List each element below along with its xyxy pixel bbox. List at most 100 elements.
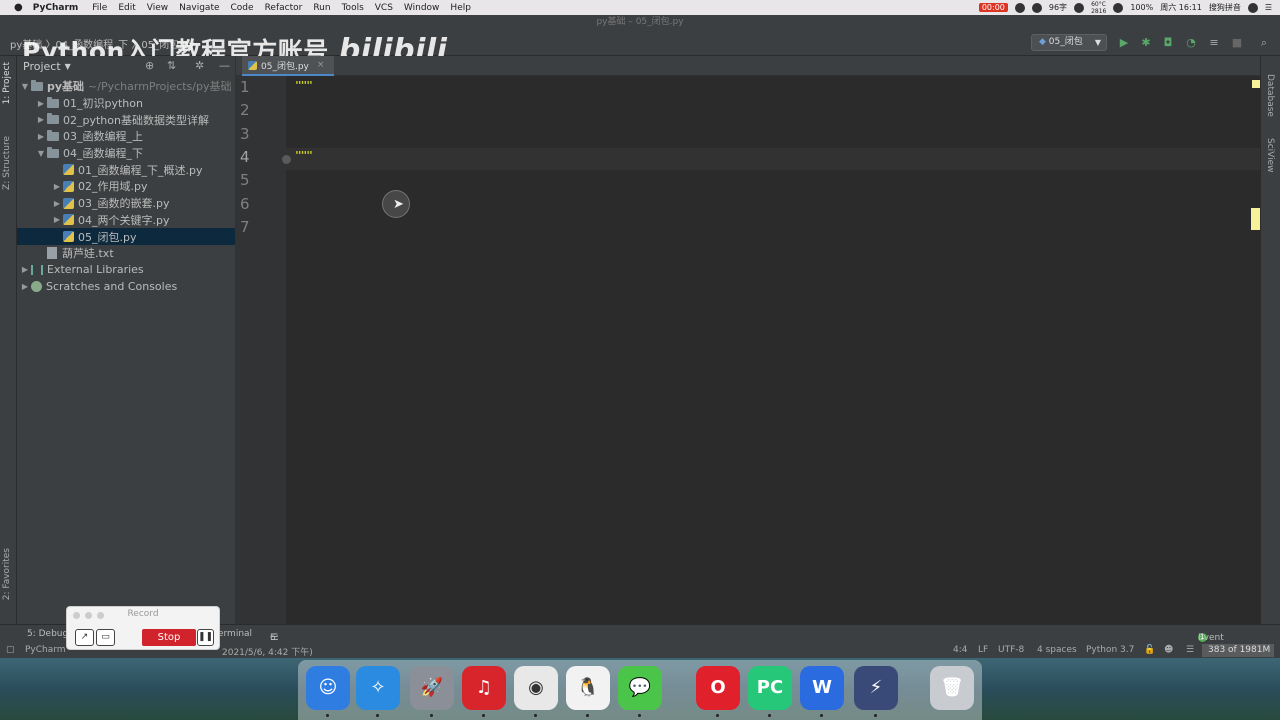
caret-position[interactable]: 4:4	[953, 645, 967, 655]
record-time[interactable]: 00:00	[978, 3, 1008, 12]
tree-item[interactable]: ▶ 03_函数编程_上	[17, 128, 235, 145]
tab-structure[interactable]: Z: Structure	[2, 136, 12, 190]
tree-item[interactable]: ▶ 02_python基础数据类型详解	[17, 111, 235, 128]
tab-sciview[interactable]: SciView	[1265, 138, 1275, 173]
event-icon[interactable]: ☰	[1186, 645, 1194, 655]
temp-widget[interactable]: 60°C 2816	[1091, 1, 1106, 15]
chevron-right-icon[interactable]: ▶	[35, 115, 47, 124]
wechat-icon[interactable]	[1031, 2, 1042, 13]
dock-app-opera-icon[interactable]: O	[696, 666, 740, 710]
inspection-ok-icon[interactable]	[1252, 80, 1260, 88]
tab-current-file[interactable]: 05_闭包.py ×	[242, 56, 334, 76]
build-icon[interactable]: ≡	[1208, 37, 1220, 49]
chevron-right-icon[interactable]: ▶	[19, 282, 31, 291]
lock-icon[interactable]: 🔓	[1144, 645, 1155, 655]
tree-item[interactable]: 05_闭包.py	[17, 228, 235, 245]
debug-icon[interactable]: ✱	[1140, 37, 1152, 49]
menu-file[interactable]: File	[92, 3, 107, 13]
menu-run[interactable]: Run	[313, 3, 330, 13]
wifi-icon[interactable]	[1113, 2, 1124, 13]
chevron-down-icon[interactable]: ▼	[65, 62, 71, 71]
menu-edit[interactable]: Edit	[118, 3, 135, 13]
inspector-icon[interactable]: ☻	[1164, 645, 1173, 655]
run-icon[interactable]: ▶	[1118, 37, 1130, 49]
fold-marker[interactable]	[282, 155, 291, 164]
chevron-right-icon[interactable]: ▶	[35, 99, 47, 108]
menu-list-icon[interactable]: ☰	[1265, 3, 1272, 12]
dock-app-safari-icon[interactable]: ✧	[356, 666, 400, 710]
status-toggle-icon[interactable]: ▢	[6, 645, 15, 655]
dock-app-chrome-icon[interactable]: ◉	[514, 666, 558, 710]
menu-app-name[interactable]: PyCharm	[33, 3, 79, 13]
hide-icon[interactable]: —	[219, 59, 230, 72]
code-editor[interactable]: 1 """ 2 3 4 """ 5 6 7 ➤	[236, 76, 1260, 624]
pen-icon[interactable]: ↗	[75, 629, 94, 646]
tree-item[interactable]: 01_函数编程_下_概述.py	[17, 161, 235, 178]
memory-indicator[interactable]: 383 of 1981M	[1202, 644, 1274, 657]
collapse-icon[interactable]: ⇅	[167, 59, 176, 72]
dock-app-finder-icon[interactable]: ☺	[306, 666, 350, 710]
tree-item[interactable]: ▶ 02_作用域.py	[17, 178, 235, 195]
tree-item[interactable]: ▶ Scratches and Consoles	[17, 278, 235, 295]
code-line[interactable]: """	[295, 149, 313, 162]
coverage-icon[interactable]: ◘	[1162, 37, 1174, 49]
tree-item[interactable]: ▶ External Libraries	[17, 262, 235, 279]
tab-project[interactable]: 1: Project	[2, 62, 12, 104]
chevron-right-icon[interactable]: ▶	[35, 132, 47, 141]
menu-code[interactable]: Code	[231, 3, 254, 13]
chevron-right-icon[interactable]: ▶	[51, 199, 63, 208]
stop-button[interactable]: Stop	[142, 629, 196, 646]
profile-icon[interactable]: ◔	[1185, 37, 1197, 49]
chevron-right-icon[interactable]: ▶	[19, 265, 31, 274]
interpreter[interactable]: Python 3.7	[1086, 645, 1134, 655]
dock-app-qq-icon[interactable]: 🐧	[566, 666, 610, 710]
dock-app-trash-icon[interactable]: 🗑	[930, 666, 974, 710]
tree-item[interactable]: ▶ 01_初识python	[17, 95, 235, 112]
stop-icon[interactable]: ■	[1231, 37, 1243, 49]
dock-app-lightning-icon[interactable]: ⚡	[854, 666, 898, 710]
tree-item[interactable]: ▼ py基础 ~/PycharmProjects/py基础	[17, 78, 235, 95]
tab-favorites[interactable]: 2: Favorites	[2, 548, 12, 600]
locate-icon[interactable]: ⊕	[145, 59, 154, 72]
run-config-dropdown[interactable]: ◆ 05_闭包 ▼	[1031, 34, 1107, 51]
input-method[interactable]: 搜狗拼音	[1209, 2, 1241, 13]
dock-app-pycharm-icon[interactable]: PC	[748, 666, 792, 710]
fold-marker[interactable]	[282, 84, 291, 93]
chevron-down-icon[interactable]: ▼	[35, 149, 47, 158]
chevron-right-icon[interactable]: ▶	[51, 182, 63, 191]
menu-window[interactable]: Window	[404, 3, 440, 13]
dock-app-launchpad-icon[interactable]: 🚀	[410, 666, 454, 710]
screen-icon[interactable]: ▭	[96, 629, 115, 646]
menu-tools[interactable]: Tools	[342, 3, 364, 13]
dock-app-netease-music-icon[interactable]: ♫	[462, 666, 506, 710]
tree-item[interactable]: ▶ 03_函数的嵌套.py	[17, 195, 235, 212]
menu-view[interactable]: View	[147, 3, 168, 13]
dock-app-wechat-icon[interactable]: 💬	[618, 666, 662, 710]
app-status-icon[interactable]	[1074, 2, 1085, 13]
tree-item[interactable]: 葫芦娃.txt	[17, 245, 235, 262]
tree-item[interactable]: ▼ 04_函数编程_下	[17, 145, 235, 162]
menu-help[interactable]: Help	[450, 3, 471, 13]
char-count[interactable]: 96字	[1049, 2, 1067, 13]
tree-item[interactable]: ▶ 04_两个关键字.py	[17, 212, 235, 229]
tab-database[interactable]: Database	[1265, 74, 1275, 117]
menu-refactor[interactable]: Refactor	[265, 3, 303, 13]
clock[interactable]: 周六 16:11	[1160, 2, 1202, 13]
chevron-down-icon[interactable]: ▼	[19, 82, 31, 91]
apple-icon[interactable]: ●	[14, 2, 23, 13]
siri-icon[interactable]	[1247, 2, 1258, 13]
menu-navigate[interactable]: Navigate	[179, 3, 219, 13]
code-line[interactable]: """	[295, 79, 313, 92]
indent-setting[interactable]: 4 spaces	[1037, 645, 1077, 655]
search-icon[interactable]: ⌕	[1258, 37, 1270, 49]
dock-app-wps-icon[interactable]: W	[800, 666, 844, 710]
gear-icon[interactable]: ✲	[195, 59, 204, 72]
project-view-selector[interactable]: Project	[23, 60, 61, 73]
pause-icon[interactable]: ❚❚	[197, 629, 214, 646]
close-icon[interactable]: ×	[317, 60, 325, 70]
battery-level[interactable]: 100%	[1130, 3, 1153, 12]
file-encoding[interactable]: UTF-8	[998, 645, 1024, 655]
flash-icon[interactable]	[1014, 2, 1025, 13]
menu-vcs[interactable]: VCS	[375, 3, 393, 13]
line-separator[interactable]: LF	[978, 645, 988, 655]
